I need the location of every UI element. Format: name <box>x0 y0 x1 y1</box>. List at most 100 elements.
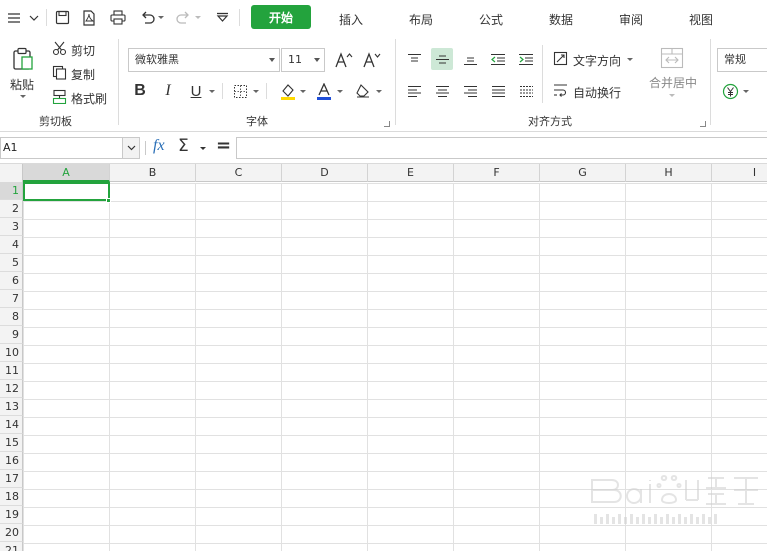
column-header[interactable]: G <box>540 164 626 182</box>
undo-dropdown-icon[interactable] <box>156 0 166 35</box>
column-header[interactable]: B <box>110 164 196 182</box>
select-all-corner[interactable] <box>0 164 23 182</box>
decrease-indent-icon[interactable] <box>487 48 509 70</box>
row-header[interactable]: 19 <box>0 506 23 524</box>
chevron-down-icon[interactable] <box>27 0 41 35</box>
sum-dropdown-icon[interactable] <box>200 147 206 150</box>
text-direction-dropdown-icon <box>627 58 633 61</box>
formula-input[interactable] <box>236 137 767 159</box>
menu-icon[interactable] <box>5 0 23 35</box>
align-right-icon[interactable] <box>459 80 481 102</box>
alignment-dialog-launcher-icon[interactable] <box>700 121 706 127</box>
fill-color-icon[interactable] <box>277 80 299 102</box>
name-box[interactable]: A1 <box>0 137 140 159</box>
font-color-icon[interactable] <box>313 80 335 102</box>
row-header[interactable]: 10 <box>0 344 23 362</box>
justify-icon[interactable] <box>487 80 509 102</box>
row-header[interactable]: 8 <box>0 308 23 326</box>
decrease-font-icon[interactable] <box>361 49 383 71</box>
bold-button[interactable]: B <box>129 80 151 102</box>
row-header[interactable]: 11 <box>0 362 23 380</box>
font-dialog-launcher-icon[interactable] <box>384 121 390 127</box>
font-size-select[interactable]: 11 <box>281 48 325 72</box>
column-header[interactable]: A <box>23 164 110 182</box>
column-header[interactable]: E <box>368 164 454 182</box>
row-header[interactable]: 9 <box>0 326 23 344</box>
undo-icon[interactable] <box>138 0 156 35</box>
align-top-icon[interactable] <box>403 48 425 70</box>
row-header[interactable]: 14 <box>0 416 23 434</box>
text-direction-icon <box>553 51 568 66</box>
font-name-select[interactable]: 微软雅黑 <box>128 48 280 72</box>
column-header[interactable]: F <box>454 164 540 182</box>
name-box-dropdown[interactable] <box>122 138 139 158</box>
redo-dropdown-icon[interactable] <box>193 0 203 35</box>
italic-button[interactable]: I <box>157 80 179 102</box>
equals-icon[interactable]: = <box>216 135 232 157</box>
row-header[interactable]: 17 <box>0 470 23 488</box>
currency-dropdown-icon[interactable] <box>743 90 749 93</box>
formula-bar: A1 fx Σ = <box>0 132 767 164</box>
clear-dropdown-icon[interactable] <box>376 90 382 93</box>
tab-view[interactable]: 视图 <box>689 11 713 28</box>
increase-font-icon[interactable] <box>333 49 355 71</box>
paste-button[interactable]: 粘贴 <box>6 45 40 105</box>
paste-icon <box>13 47 33 70</box>
insert-function-icon[interactable]: fx <box>153 137 173 159</box>
align-center-icon[interactable] <box>431 80 453 102</box>
pdf-icon[interactable] <box>80 0 98 35</box>
row-header[interactable]: 7 <box>0 290 23 308</box>
number-format-select[interactable]: 常规 <box>717 48 767 72</box>
copy-button[interactable]: 复制 <box>50 64 100 82</box>
tab-review[interactable]: 审阅 <box>619 11 643 28</box>
tab-data[interactable]: 数据 <box>549 11 573 28</box>
font-color-dropdown-icon[interactable] <box>337 90 343 93</box>
paste-dropdown-icon[interactable] <box>20 95 26 98</box>
row-header[interactable]: 3 <box>0 218 23 236</box>
row-header[interactable]: 6 <box>0 272 23 290</box>
save-icon[interactable] <box>53 0 71 35</box>
sum-icon[interactable]: Σ <box>178 136 194 158</box>
column-header[interactable]: H <box>626 164 712 182</box>
row-header[interactable]: 21 <box>0 542 23 551</box>
distributed-icon[interactable] <box>515 80 537 102</box>
fill-handle[interactable] <box>106 198 111 203</box>
border-icon[interactable] <box>229 80 251 102</box>
border-dropdown-icon[interactable] <box>253 90 259 93</box>
row-header[interactable]: 16 <box>0 452 23 470</box>
column-header[interactable]: D <box>282 164 368 182</box>
wrap-text-button[interactable]: 自动换行 <box>553 82 633 102</box>
tab-insert[interactable]: 插入 <box>339 11 363 28</box>
merge-center-button[interactable]: 合并居中 <box>645 45 699 105</box>
underline-button[interactable]: U <box>185 80 207 102</box>
column-header[interactable]: I <box>712 164 767 182</box>
increase-indent-icon[interactable] <box>515 48 537 70</box>
fill-color-dropdown-icon[interactable] <box>300 90 306 93</box>
clear-icon[interactable] <box>352 80 374 102</box>
align-left-icon[interactable] <box>403 80 425 102</box>
row-header[interactable]: 15 <box>0 434 23 452</box>
tab-home[interactable]: 开始 <box>251 5 311 29</box>
tab-formulas[interactable]: 公式 <box>479 11 503 28</box>
row-header[interactable]: 18 <box>0 488 23 506</box>
row-header[interactable]: 1 <box>0 182 23 200</box>
row-header[interactable]: 2 <box>0 200 23 218</box>
tab-layout[interactable]: 布局 <box>409 11 433 28</box>
print-icon[interactable] <box>108 0 128 35</box>
row-header[interactable]: 4 <box>0 236 23 254</box>
active-cell[interactable] <box>23 182 110 201</box>
underline-dropdown-icon[interactable] <box>209 90 215 93</box>
cut-button[interactable]: 剪切 <box>50 40 100 58</box>
align-bottom-icon[interactable] <box>459 48 481 70</box>
text-direction-button[interactable]: 文字方向 <box>553 50 635 70</box>
row-header[interactable]: 20 <box>0 524 23 542</box>
column-header[interactable]: C <box>196 164 282 182</box>
currency-icon[interactable] <box>719 80 741 102</box>
row-header[interactable]: 5 <box>0 254 23 272</box>
row-header[interactable]: 12 <box>0 380 23 398</box>
redo-icon[interactable] <box>174 0 192 35</box>
align-middle-icon[interactable] <box>431 48 453 70</box>
format-painter-button[interactable]: 格式刷 <box>50 88 110 106</box>
customize-icon[interactable] <box>213 0 231 35</box>
row-header[interactable]: 13 <box>0 398 23 416</box>
